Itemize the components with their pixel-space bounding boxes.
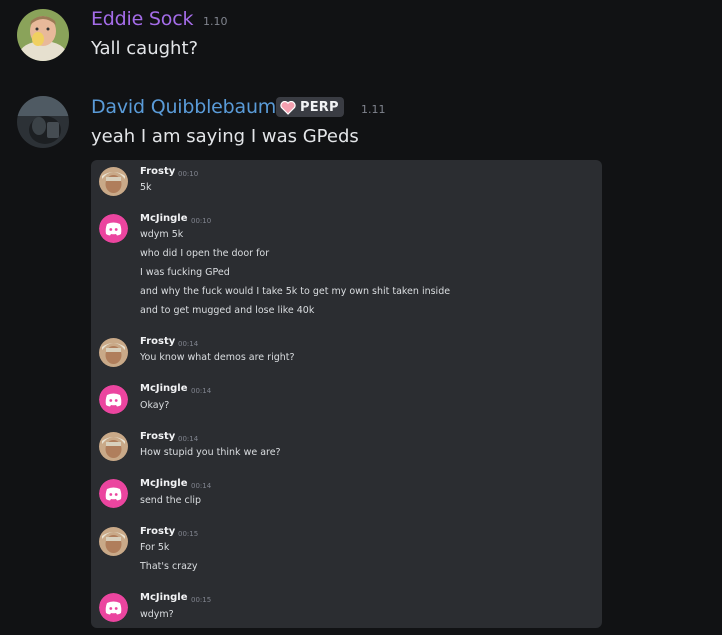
- embed-line: wdym?: [140, 609, 174, 620]
- message-content: Yall caught?: [91, 38, 199, 59]
- frosty-avatar: [99, 432, 128, 461]
- embed-username: Frosty: [140, 526, 176, 537]
- embed-timestamp: 00:14: [178, 435, 199, 443]
- embed-username: McJingle: [140, 213, 188, 224]
- frosty-avatar: [99, 527, 128, 556]
- embed-line: wdym 5k: [140, 229, 184, 240]
- embed-line: and why the fuck would I take 5k to get …: [140, 286, 451, 297]
- embed-timestamp: 00:15: [178, 530, 199, 538]
- frosty-avatar: [99, 167, 128, 196]
- embed-username: McJingle: [140, 478, 188, 489]
- embed-line: and to get mugged and lose like 40k: [140, 305, 315, 316]
- embed-timestamp: 00:15: [191, 596, 212, 604]
- discord-logo-avatar: [99, 214, 128, 243]
- david-quibblebaum-avatar[interactable]: [17, 96, 69, 148]
- discord-logo-avatar: [99, 385, 128, 414]
- embed-username: McJingle: [140, 383, 188, 394]
- embed-line: I was fucking GPed: [140, 267, 230, 278]
- embedded-screenshot[interactable]: Frosty 00:10 5k McJingle 00:10 wdym 5k w…: [91, 160, 602, 628]
- username[interactable]: Eddie Sock: [91, 8, 193, 30]
- embed-line: Okay?: [140, 400, 170, 411]
- message-content: yeah I am saying I was GPeds: [91, 126, 359, 147]
- embed-timestamp: 00:10: [191, 217, 212, 225]
- role-badge[interactable]: PERP: [276, 97, 344, 117]
- heart-icon: [280, 100, 296, 115]
- message-eddie-sock: Eddie Sock 1.10 Yall caught?: [0, 0, 722, 80]
- embed-timestamp: 00:10: [178, 170, 199, 178]
- embed-line: who did I open the door for: [140, 248, 270, 259]
- embed-username: Frosty: [140, 431, 176, 442]
- timestamp: 1.10: [203, 15, 228, 28]
- embed-timestamp: 00:14: [191, 482, 212, 490]
- embed-line: How stupid you think we are?: [140, 447, 281, 458]
- embed-line: send the clip: [140, 495, 202, 506]
- embed-username: Frosty: [140, 336, 176, 347]
- frosty-avatar: [99, 338, 128, 367]
- embed-line: For 5k: [140, 542, 170, 553]
- embed-timestamp: 00:14: [178, 340, 199, 348]
- embed-username: Frosty: [140, 166, 176, 177]
- eddie-sock-avatar[interactable]: [17, 9, 69, 61]
- discord-logo-avatar: [99, 593, 128, 622]
- embed-timestamp: 00:14: [191, 387, 212, 395]
- embed-username: McJingle: [140, 592, 188, 603]
- embed-line: 5k: [140, 182, 152, 193]
- embed-line: That's crazy: [140, 561, 198, 572]
- timestamp: 1.11: [361, 103, 386, 116]
- username[interactable]: David Quibblebaum: [91, 96, 276, 118]
- badge-label: PERP: [300, 99, 339, 115]
- message-david-quibblebaum: David Quibblebaum PERP 1.11 yeah I am sa…: [0, 90, 722, 160]
- embed-line: You know what demos are right?: [140, 352, 295, 363]
- discord-logo-avatar: [99, 479, 128, 508]
